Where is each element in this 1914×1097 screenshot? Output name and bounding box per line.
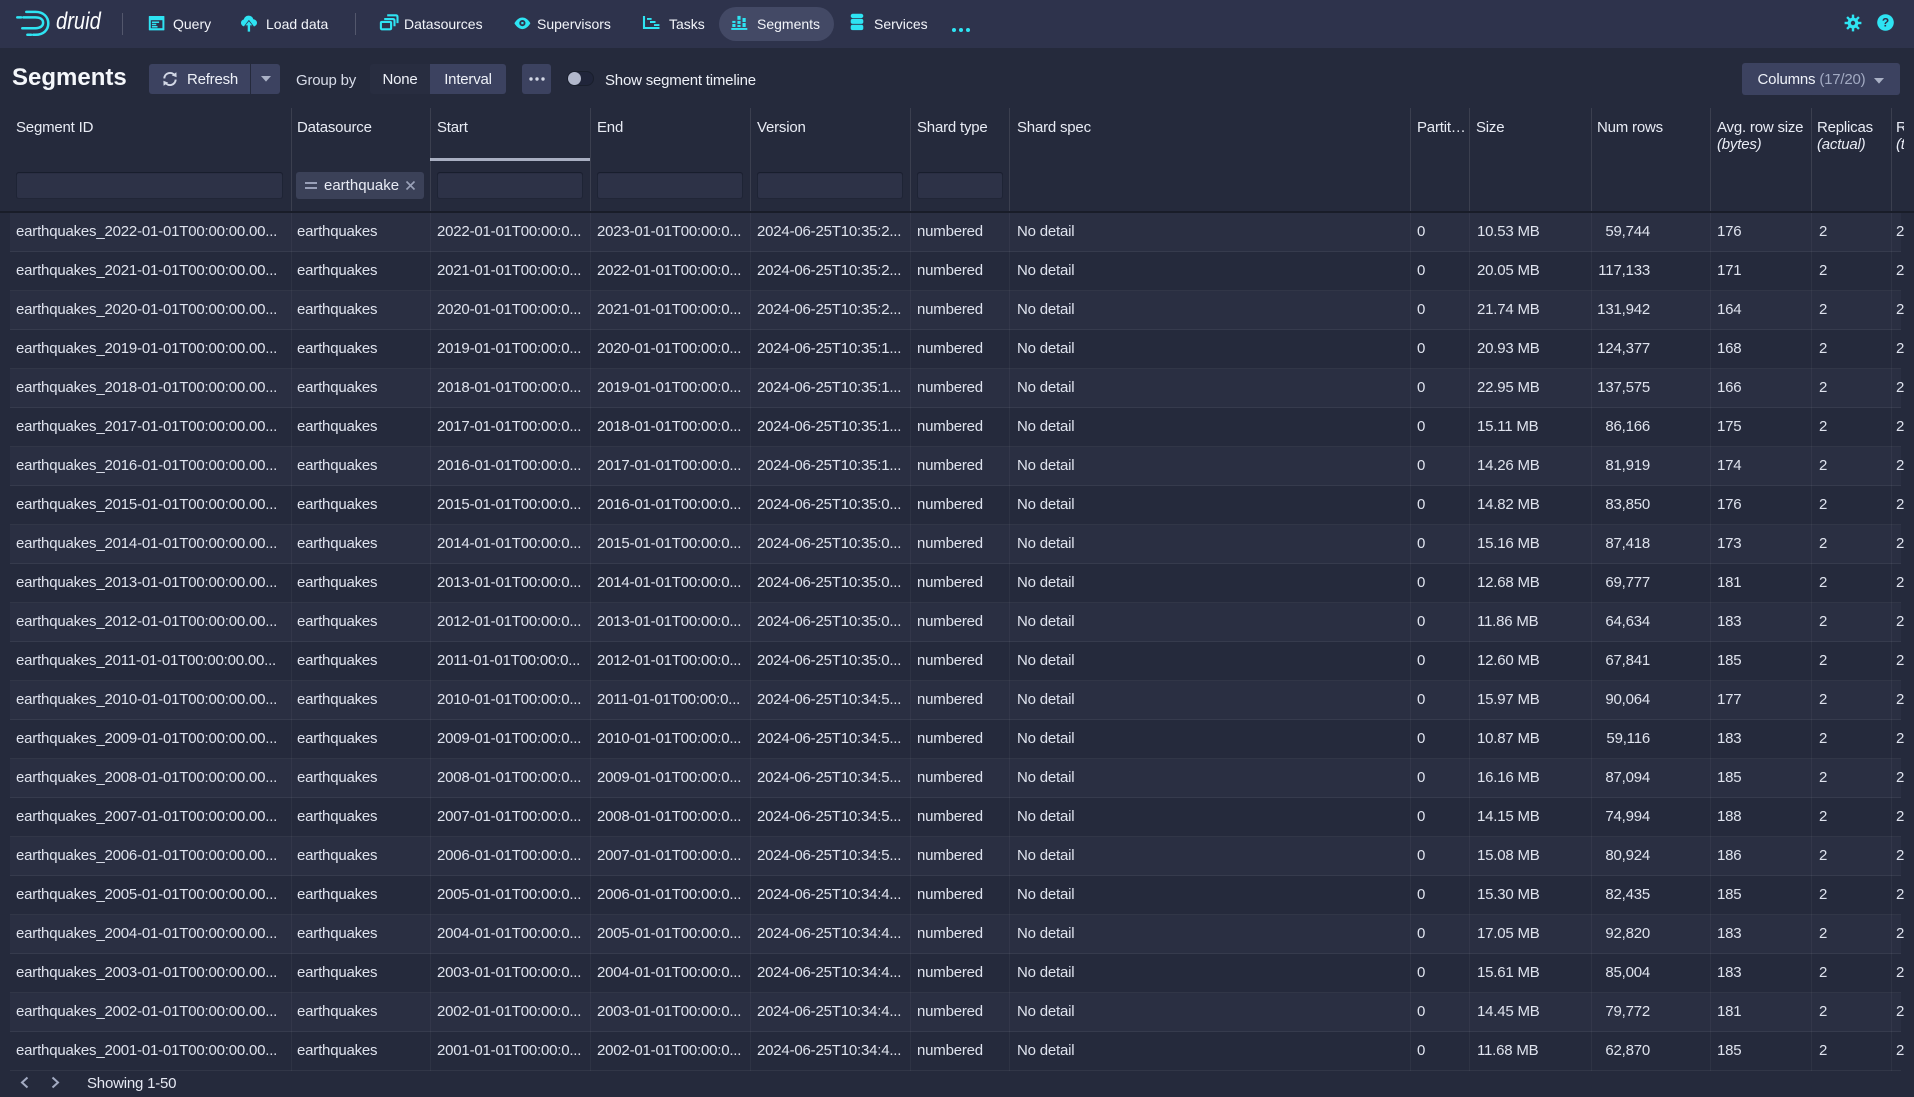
svg-text:?: ? [1882,16,1889,30]
